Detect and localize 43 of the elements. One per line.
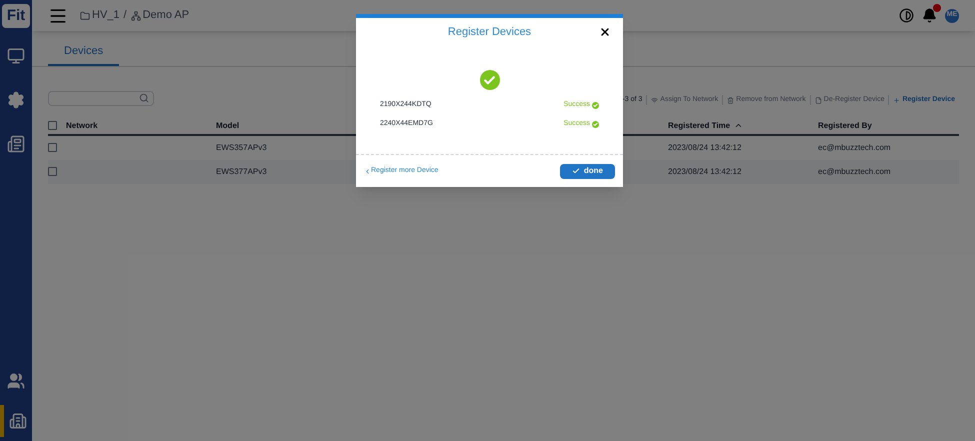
- search-field[interactable]: [48, 90, 154, 106]
- plus-icon: [893, 96, 900, 104]
- notification-icon[interactable]: [922, 8, 937, 23]
- table-cell: ec@mbuzztech.com: [818, 142, 891, 154]
- tab[interactable]: Devices: [48, 43, 120, 66]
- row-checkbox[interactable]: [48, 167, 57, 176]
- column-header[interactable]: Model: [216, 120, 240, 132]
- chevron-left-icon: [364, 168, 371, 174]
- table-cell: 2023/08/24 13:42:12: [668, 166, 742, 178]
- sort-icon: [734, 121, 744, 130]
- check-icon: [572, 167, 580, 175]
- success-icon: [480, 70, 500, 90]
- column-header[interactable]: Registered Time: [668, 120, 744, 132]
- contrast-icon[interactable]: [899, 8, 914, 23]
- column-header[interactable]: Network: [66, 120, 98, 132]
- breadcrumb-link[interactable]: HV_1: [80, 7, 120, 24]
- trash-icon: [727, 96, 734, 104]
- notification-badge: [933, 4, 941, 12]
- check-icon: [592, 102, 599, 108]
- search-icon: [139, 93, 149, 103]
- users-icon: [7, 372, 25, 390]
- column-header[interactable]: Registered By: [818, 120, 872, 132]
- file-icon: [814, 96, 822, 104]
- select-all-checkbox[interactable]: [48, 121, 57, 130]
- logo: Fit: [2, 4, 30, 28]
- wifi-icon: [651, 96, 658, 104]
- row-checkbox[interactable]: [48, 143, 57, 152]
- dialog-title: Register Devices: [448, 24, 532, 40]
- table-cell: 2023/08/24 13:42:12: [668, 142, 742, 154]
- breadcrumb-separator: /: [124, 8, 127, 24]
- table-cell: ec@mbuzztech.com: [818, 166, 891, 178]
- list-icon: [7, 135, 25, 153]
- table-cell: EWS357APv3: [216, 142, 267, 154]
- network-icon: [130, 10, 141, 20]
- gear-icon: [7, 91, 25, 109]
- done-button[interactable]: done: [560, 164, 615, 178]
- close-icon[interactable]: [599, 26, 611, 38]
- folder-icon: [80, 10, 90, 20]
- monitor-icon: [7, 47, 25, 65]
- check-icon: [592, 120, 599, 128]
- breadcrumb-link[interactable]: Demo AP: [130, 7, 190, 24]
- table-cell: EWS377APv3: [216, 166, 267, 178]
- building-icon: [9, 412, 27, 430]
